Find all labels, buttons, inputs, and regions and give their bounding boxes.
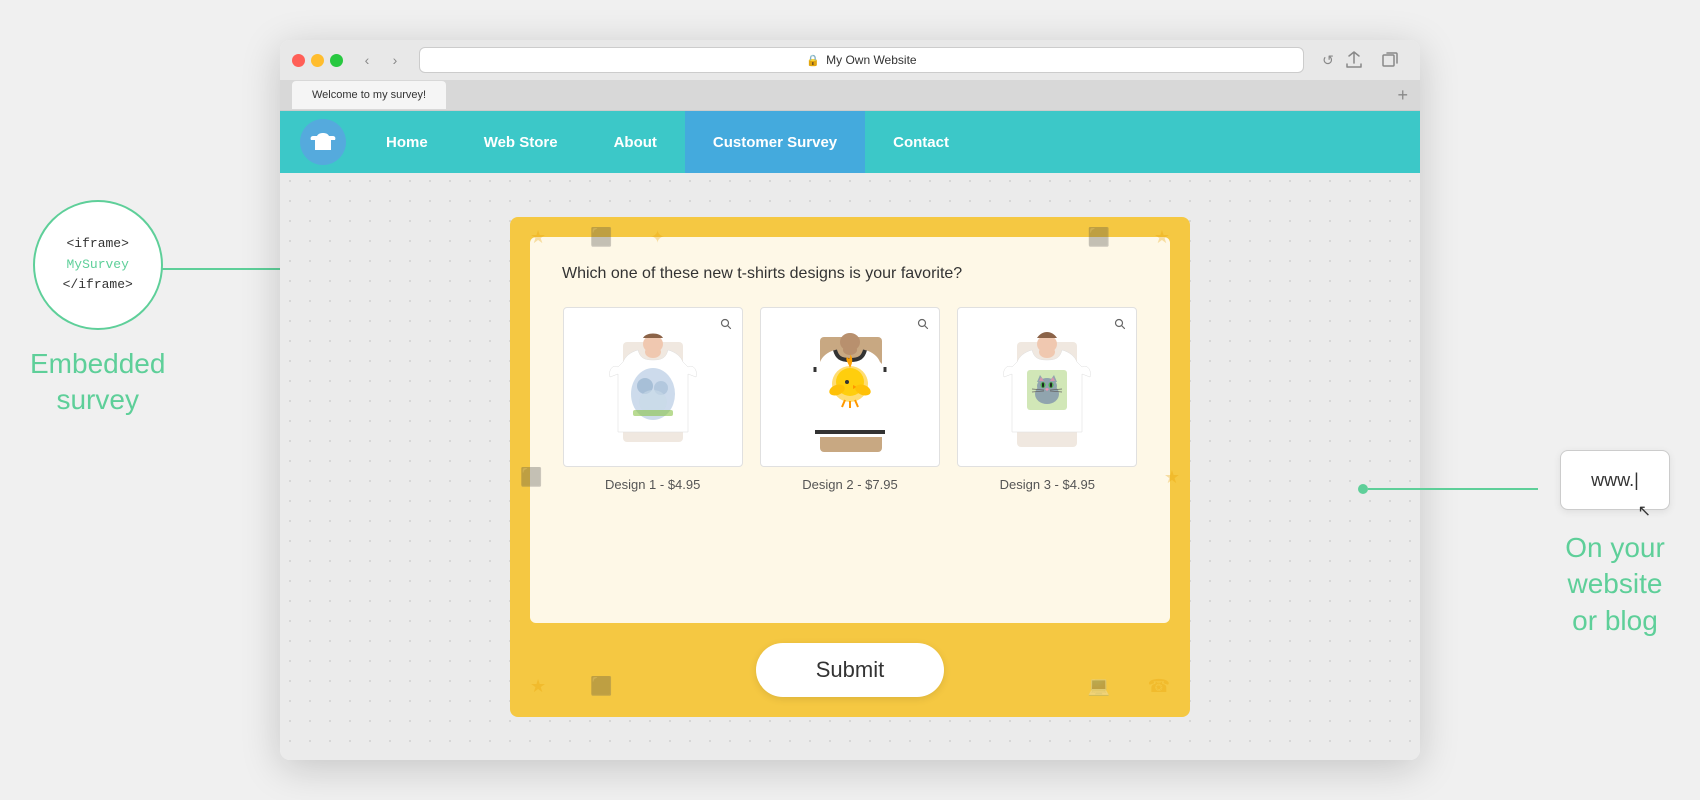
tshirt-label-1: Design 1 - $4.95 xyxy=(605,477,700,492)
tshirt-label-3: Design 3 - $4.95 xyxy=(1000,477,1095,492)
zoom-icon-3[interactable] xyxy=(1110,314,1130,334)
cursor-icon: ↖ xyxy=(1638,501,1651,521)
nav-contact[interactable]: Contact xyxy=(865,111,977,173)
submit-button[interactable]: Submit xyxy=(756,643,944,697)
new-tab-button[interactable] xyxy=(1376,46,1404,74)
annotation-line-right xyxy=(1358,484,1538,494)
tshirt-image-3 xyxy=(957,307,1137,467)
nav-links: Home Web Store About Customer Survey Con… xyxy=(358,111,977,173)
survey-inner: Which one of these new t-shirts designs … xyxy=(530,237,1170,623)
site-nav: Home Web Store About Customer Survey Con… xyxy=(280,111,1420,173)
iframe-close-tag: </iframe> xyxy=(63,275,133,296)
iframe-annotation-circle: <iframe> MySurvey </iframe> xyxy=(33,200,163,330)
www-text: www.| xyxy=(1591,470,1639,491)
submit-area: Submit xyxy=(530,643,1170,697)
annotation-right: www.| ↖ On your website or blog xyxy=(1560,450,1670,639)
nav-home[interactable]: Home xyxy=(358,111,456,173)
survey-question: Which one of these new t-shirts designs … xyxy=(562,265,1138,283)
survey-area: ★ ⬛ ✦ ★ ⬛ ★ ⬛ ☎ 💻 ⬛ ★ Which one of these… xyxy=(280,173,1420,760)
tshirt-option-3[interactable]: Design 3 - $4.95 xyxy=(957,307,1138,492)
iframe-open-tag: <iframe> xyxy=(67,234,129,255)
zoom-icon-1[interactable] xyxy=(716,314,736,334)
minimize-button[interactable] xyxy=(311,54,324,67)
iframe-src: MySurvey xyxy=(67,255,129,276)
tshirt-image-2 xyxy=(760,307,940,467)
browser-tabbar: Welcome to my survey! + xyxy=(280,80,1420,110)
browser-tab[interactable]: Welcome to my survey! xyxy=(292,81,446,109)
share-button[interactable] xyxy=(1340,46,1368,74)
zoom-icon-2[interactable] xyxy=(913,314,933,334)
tshirt-image-1 xyxy=(563,307,743,467)
tshirt-option-2[interactable]: Design 2 - $7.95 xyxy=(759,307,940,492)
browser-actions xyxy=(1340,46,1404,74)
lock-icon: 🔒 xyxy=(806,54,820,67)
www-input-box: www.| ↖ xyxy=(1560,450,1670,510)
connector-dot-right xyxy=(1358,484,1368,494)
nav-buttons: ‹ › xyxy=(355,48,407,72)
nav-about[interactable]: About xyxy=(586,111,685,173)
on-your-website-label: On your website or blog xyxy=(1565,530,1665,639)
nav-customer-survey[interactable]: Customer Survey xyxy=(685,111,865,173)
annotation-left: <iframe> MySurvey </iframe> Embedded sur… xyxy=(30,200,165,419)
site-logo[interactable] xyxy=(300,119,346,165)
tshirt-option-1[interactable]: Design 1 - $4.95 xyxy=(562,307,743,492)
browser-window: ‹ › 🔒 My Own Website ↺ xyxy=(280,40,1420,760)
tab-label: Welcome to my survey! xyxy=(312,89,426,101)
browser-chrome: ‹ › 🔒 My Own Website ↺ xyxy=(280,40,1420,111)
maximize-button[interactable] xyxy=(330,54,343,67)
reload-button[interactable]: ↺ xyxy=(1316,48,1340,72)
url-text: My Own Website xyxy=(826,53,916,67)
traffic-lights xyxy=(292,54,343,67)
embedded-survey-label: Embedded survey xyxy=(30,346,165,419)
connector-line-right xyxy=(1368,488,1538,490)
browser-titlebar: ‹ › 🔒 My Own Website ↺ xyxy=(280,40,1420,80)
tshirt-options: Design 1 - $4.95 xyxy=(562,307,1138,492)
website-content: Home Web Store About Customer Survey Con… xyxy=(280,111,1420,760)
survey-frame: ★ ⬛ ✦ ★ ⬛ ★ ⬛ ☎ 💻 ⬛ ★ Which one of these… xyxy=(510,217,1190,717)
close-button[interactable] xyxy=(292,54,305,67)
tshirt-label-2: Design 2 - $7.95 xyxy=(802,477,897,492)
back-button[interactable]: ‹ xyxy=(355,48,379,72)
tab-add-button[interactable]: + xyxy=(1397,85,1408,106)
forward-button[interactable]: › xyxy=(383,48,407,72)
nav-webstore[interactable]: Web Store xyxy=(456,111,586,173)
address-bar[interactable]: 🔒 My Own Website xyxy=(419,47,1304,73)
